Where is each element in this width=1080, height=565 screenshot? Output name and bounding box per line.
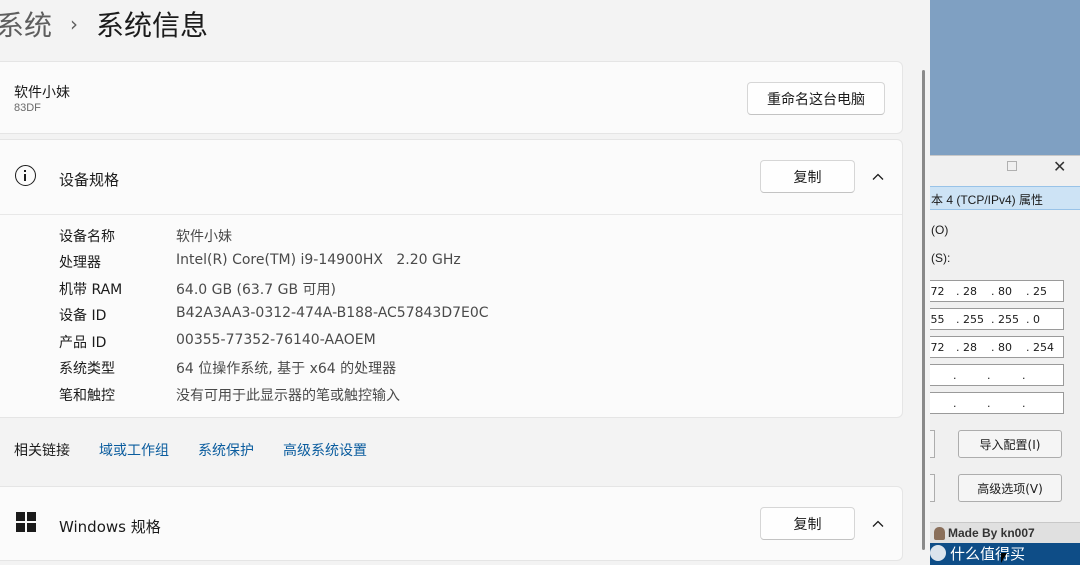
dialog-option-obtain[interactable]: (O) <box>931 223 948 237</box>
spec-value: B42A3AA3-0312-474A-B188-AC57843D7E0C <box>176 305 489 321</box>
breadcrumb-parent[interactable]: 系统 <box>0 4 52 44</box>
ip-octet: . <box>953 397 957 410</box>
ip-octet: . 25 <box>1026 285 1047 298</box>
ip-octet: . 28 <box>956 285 977 298</box>
spec-label: 系统类型 <box>59 361 115 377</box>
copy-windows-specs-button[interactable]: 复制 <box>760 507 855 540</box>
spec-row: 产品 ID 00355-77352-76140-AAOEM <box>0 332 902 358</box>
dialog-footer: Made By kn007 <box>930 522 1080 543</box>
device-card: 软件小妹 83DF 重命名这台电脑 <box>0 61 903 134</box>
spec-row: 处理器 Intel(R) Core(TM) i9-14900HX 2.20 GH… <box>0 252 902 278</box>
windows-logo-icon <box>16 512 36 532</box>
gateway-field[interactable]: .72 . 28 . 80 . 254 <box>930 336 1064 358</box>
ip-octet: .72 <box>930 341 945 354</box>
desktop-area <box>930 0 1080 155</box>
windows-specs-card: Windows 规格 复制 <box>0 486 903 561</box>
ip-octet: . 80 <box>991 285 1012 298</box>
windows-specs-header[interactable]: Windows 规格 复制 <box>0 487 902 561</box>
dialog-button-partial[interactable] <box>930 474 935 502</box>
footer-credit: Made By kn007 <box>948 526 1035 540</box>
spec-row: 设备名称 软件小妹 <box>0 226 902 252</box>
link-system-protection[interactable]: 系统保护 <box>198 440 254 460</box>
device-specs-card: 设备规格 复制 设备名称 软件小妹 处理器 Intel(R) Core(TM) … <box>0 139 903 418</box>
spec-label: 笔和触控 <box>59 388 115 404</box>
ip-octet: . <box>987 397 991 410</box>
divider <box>0 214 902 215</box>
ip-octet: .72 <box>930 285 945 298</box>
page-title: 系统信息 <box>96 9 209 42</box>
spec-label: 机带 RAM <box>59 282 123 298</box>
spec-value: 没有可用于此显示器的笔或触控输入 <box>176 388 400 404</box>
import-config-button[interactable]: 导入配置(I) <box>958 430 1062 458</box>
ip-octet: . 255 <box>991 313 1019 326</box>
ip-octet: . <box>953 369 957 382</box>
spec-label: 产品 ID <box>59 335 107 351</box>
related-links: 相关链接 域或工作组 系统保护 高级系统设置 <box>0 420 903 480</box>
link-advanced-system-settings[interactable]: 高级系统设置 <box>283 440 367 460</box>
info-icon <box>15 165 36 186</box>
maximize-icon[interactable] <box>1007 161 1017 171</box>
device-specs-title: 设备规格 <box>59 171 120 189</box>
dialog-title: 本 4 (TCP/IPv4) 属性 <box>931 193 1044 207</box>
spec-value: 64 位操作系统, 基于 x64 的处理器 <box>176 361 397 377</box>
windows-specs-title: Windows 规格 <box>59 518 161 536</box>
ip-octet: . <box>1022 397 1026 410</box>
ip-octet: . <box>987 369 991 382</box>
ip-octet: . 28 <box>956 341 977 354</box>
settings-window: 系统 › 系统信息 软件小妹 83DF 重命名这台电脑 设备规格 复制 设备名称… <box>0 0 930 565</box>
ip-octet: . 254 <box>1026 341 1054 354</box>
dialog-titlebar: 本 4 (TCP/IPv4) 属性 <box>930 186 1080 210</box>
device-model: 83DF <box>14 102 41 114</box>
link-domain-workgroup[interactable]: 域或工作组 <box>99 440 169 460</box>
spec-label: 处理器 <box>59 255 101 271</box>
spec-label: 设备 ID <box>59 308 107 324</box>
author-icon <box>934 527 945 540</box>
spec-value: 64.0 GB (63.7 GB 可用) <box>176 282 336 298</box>
spec-row: 笔和触控 没有可用于此显示器的笔或触控输入 <box>0 385 902 411</box>
spec-value: 00355-77352-76140-AAOEM <box>176 332 376 348</box>
dns-secondary-field[interactable]: . . . <box>930 392 1064 414</box>
dialog-option-use[interactable]: (S): <box>931 251 950 265</box>
related-links-label: 相关链接 <box>14 443 70 459</box>
ip-octet: . 255 <box>956 313 984 326</box>
spec-row: 设备 ID B42A3AA3-0312-474A-B188-AC57843D7E… <box>0 305 902 331</box>
spec-row: 系统类型 64 位操作系统, 基于 x64 的处理器 <box>0 358 902 384</box>
ip-octet: . 0 <box>1026 313 1040 326</box>
dialog-button-partial[interactable] <box>930 430 935 458</box>
breadcrumb-separator: › <box>70 12 79 36</box>
subnet-mask-field[interactable]: .55 . 255 . 255 . 0 <box>930 308 1064 330</box>
ip-address-field[interactable]: .72 . 28 . 80 . 25 <box>930 280 1064 302</box>
spec-label: 设备名称 <box>59 229 115 245</box>
device-specs-header[interactable]: 设备规格 复制 <box>0 140 902 214</box>
breadcrumb: 系统 › 系统信息 <box>0 2 208 46</box>
chevron-up-icon[interactable] <box>872 518 884 530</box>
spec-value: 软件小妹 <box>176 229 232 245</box>
ip-octet: . <box>1022 369 1026 382</box>
watermark-logo-icon <box>930 545 946 561</box>
ip-octet: .55 <box>930 313 945 326</box>
copy-device-specs-button[interactable]: 复制 <box>760 160 855 193</box>
ipv4-properties-dialog: ✕ 本 4 (TCP/IPv4) 属性 (O) (S): .72 . 28 . … <box>930 155 1080 543</box>
spec-value: Intel(R) Core(TM) i9-14900HX 2.20 GHz <box>176 252 461 268</box>
dns-primary-field[interactable]: . . . <box>930 364 1064 386</box>
chevron-up-icon[interactable] <box>872 171 884 183</box>
rename-pc-button[interactable]: 重命名这台电脑 <box>747 82 885 115</box>
advanced-options-button[interactable]: 高级选项(V) <box>958 474 1062 502</box>
spec-row: 机带 RAM 64.0 GB (63.7 GB 可用) <box>0 279 902 305</box>
watermark: 什么值得买 <box>950 545 1026 563</box>
mouse-cursor-icon <box>1001 553 1007 563</box>
scrollbar[interactable] <box>922 70 925 550</box>
ip-octet: . 80 <box>991 341 1012 354</box>
device-name: 软件小妹 <box>14 85 70 101</box>
close-icon[interactable]: ✕ <box>1053 157 1066 177</box>
